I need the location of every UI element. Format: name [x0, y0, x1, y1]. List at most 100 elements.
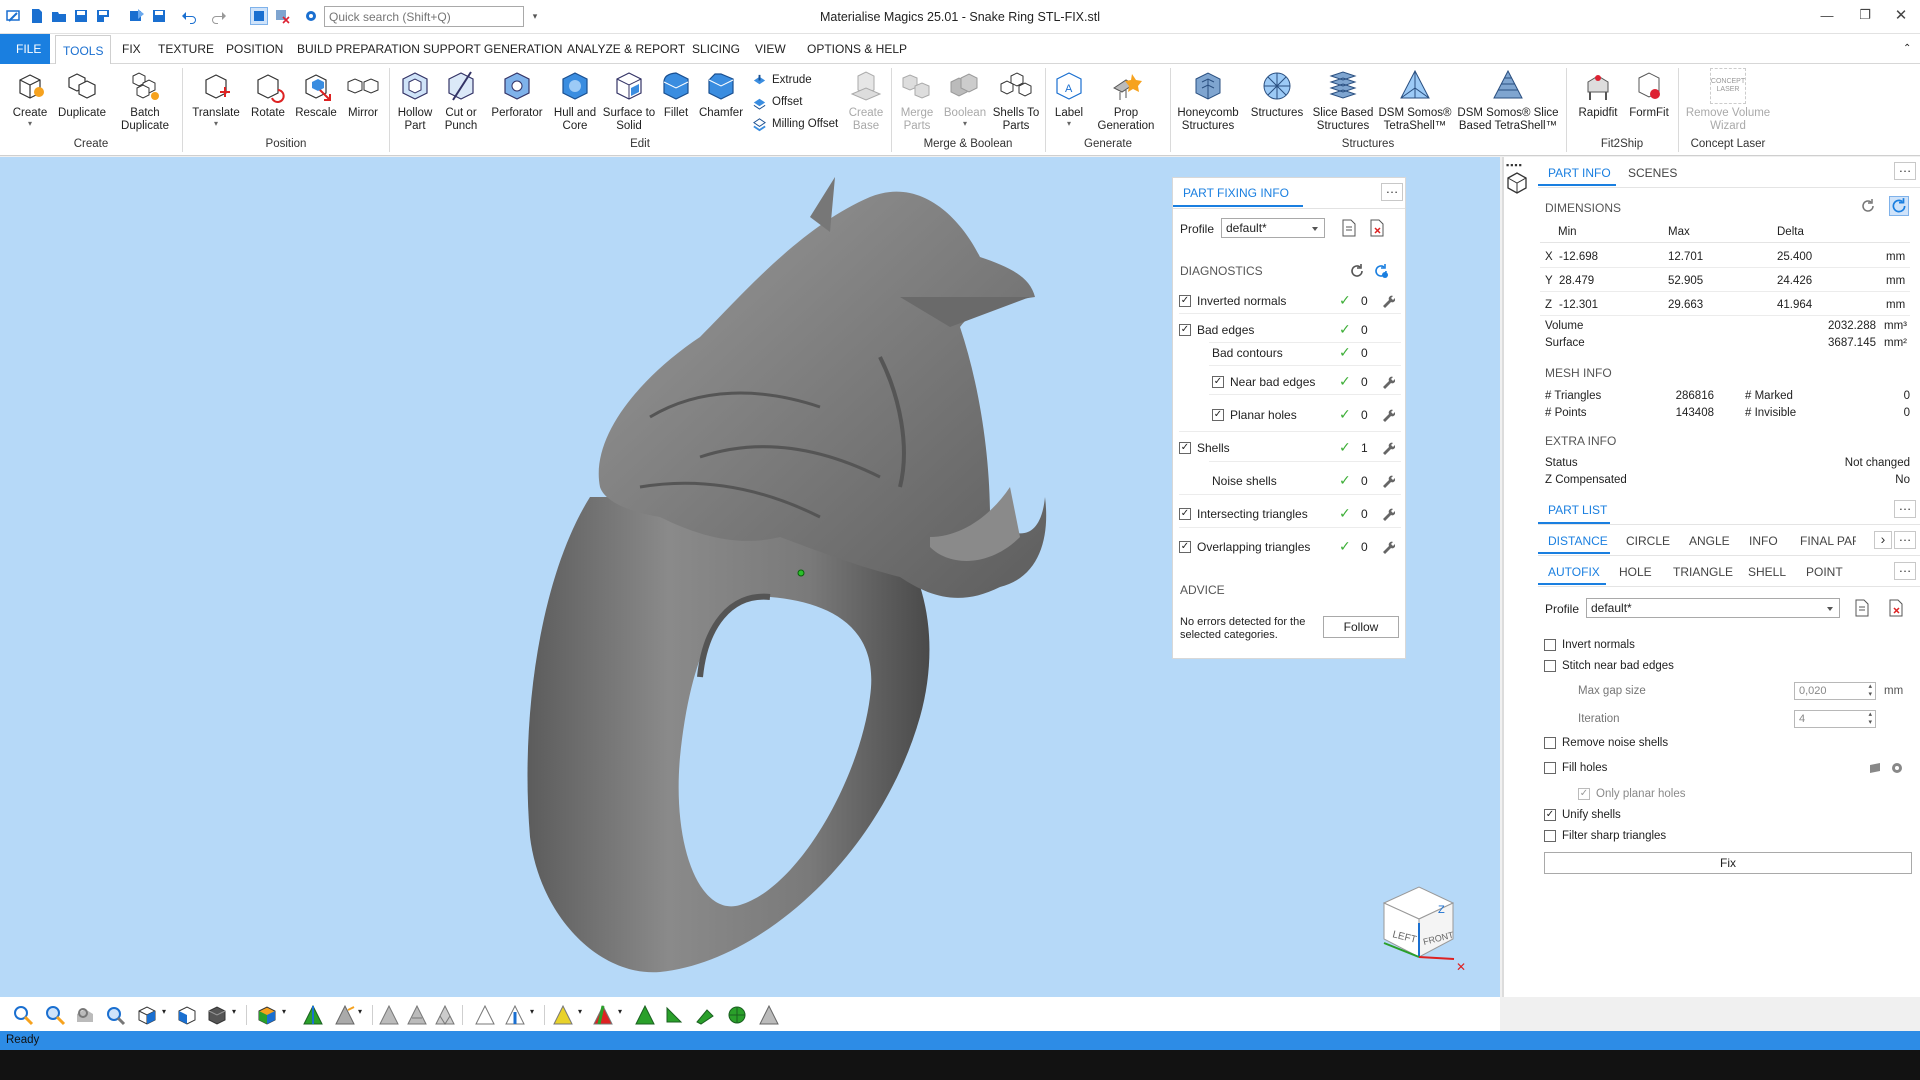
chamfer-button[interactable]: Chamfer	[698, 68, 744, 140]
unify-shells-checkbox[interactable]: ✓	[1544, 809, 1556, 821]
autofix-profile-select[interactable]: default*	[1586, 598, 1840, 618]
menu-slicing[interactable]: SLICING	[685, 34, 747, 64]
auto-refresh-toggle[interactable]	[1889, 196, 1909, 216]
menu-build-preparation[interactable]: BUILD PREPARATION	[290, 34, 427, 64]
mark-wave-icon[interactable]	[634, 1004, 656, 1026]
refresh-dimensions-icon[interactable]	[1860, 198, 1876, 214]
option-only-planar-holes[interactable]: ✓ Only planar holes	[1578, 786, 1686, 802]
delete-autofix-profile-icon[interactable]	[1888, 599, 1904, 617]
triangle-mark-icon[interactable]	[302, 1004, 324, 1026]
batch-duplicate-button[interactable]: Batch Duplicate	[116, 68, 174, 140]
menu-fix[interactable]: FIX	[115, 34, 148, 64]
remove-noise-shells-checkbox[interactable]	[1544, 737, 1556, 749]
tab-circle[interactable]: CIRCLE	[1626, 534, 1670, 548]
boolean-button[interactable]: Boolean ▾	[942, 68, 988, 140]
dsm-tetrashell-button[interactable]: DSM Somos® TetraShell™	[1378, 68, 1452, 140]
mirror-button[interactable]: Mirror	[342, 68, 384, 140]
unmark-icon[interactable]	[474, 1004, 496, 1026]
fill-holes-checkbox[interactable]	[1544, 762, 1556, 774]
save-icon[interactable]	[72, 7, 90, 25]
menu-position[interactable]: POSITION	[219, 34, 290, 64]
near-bad-edges-checkbox[interactable]: ✓	[1212, 376, 1224, 388]
inverted-normals-checkbox[interactable]: ✓	[1179, 295, 1191, 307]
option-fill-holes[interactable]: Fill holes	[1544, 760, 1607, 776]
bad-edges-checkbox[interactable]: ✓	[1179, 324, 1191, 336]
rescale-button[interactable]: Rescale	[294, 68, 338, 140]
quick-search-input[interactable]	[324, 6, 524, 27]
prop-generation-button[interactable]: Prop Generation	[1096, 68, 1156, 140]
settings-icon[interactable]	[302, 7, 320, 25]
zoom-fit-icon[interactable]	[104, 1004, 126, 1026]
planar-holes-checkbox[interactable]: ✓	[1212, 409, 1224, 421]
invert-normals-checkbox[interactable]	[1544, 639, 1556, 651]
tab-final-part[interactable]: FINAL PAR	[1800, 534, 1856, 548]
menu-analyze-report[interactable]: ANALYZE & REPORT	[560, 34, 692, 64]
part-list-title[interactable]: PART LIST	[1548, 503, 1607, 517]
profile-select[interactable]: default*	[1221, 218, 1325, 238]
option-stitch-near-bad-edges[interactable]: Stitch near bad edges	[1544, 658, 1674, 674]
honeycomb-structures-button[interactable]: Honeycomb Structures	[1174, 68, 1242, 140]
import-icon[interactable]	[128, 7, 146, 25]
tab-shell[interactable]: SHELL	[1748, 565, 1786, 579]
save-autofix-profile-icon[interactable]	[1854, 599, 1870, 617]
mark-shell-icon[interactable]	[406, 1004, 428, 1026]
dropdown-icon[interactable]: ▾	[358, 1007, 362, 1016]
delete-profile-icon[interactable]	[1369, 219, 1385, 237]
mark-flat-icon[interactable]	[758, 1004, 780, 1026]
shaded-view-icon[interactable]	[206, 1004, 228, 1026]
rapidfit-button[interactable]: Rapidfit	[1574, 68, 1622, 140]
menu-view[interactable]: VIEW	[748, 34, 793, 64]
open-file-icon[interactable]	[50, 7, 68, 25]
wrench-icon[interactable]	[1381, 294, 1395, 308]
milling-offset-button[interactable]: Milling Offset	[752, 114, 838, 134]
max-gap-input[interactable]: 0,020	[1794, 682, 1876, 700]
panel-splitter[interactable]	[1502, 157, 1504, 997]
mark-brush-icon[interactable]	[694, 1004, 716, 1026]
duplicate-button[interactable]: Duplicate	[56, 68, 108, 140]
hollow-part-button[interactable]: Hollow Part	[394, 68, 436, 140]
mark-sphere-icon[interactable]	[726, 1004, 748, 1026]
structures-button[interactable]: Structures	[1248, 68, 1306, 140]
shells-to-parts-button[interactable]: Shells To Parts	[992, 68, 1040, 140]
close-axis-icon[interactable]: ✕	[1456, 960, 1466, 974]
mark-surface-icon[interactable]	[378, 1004, 400, 1026]
offset-button[interactable]: Offset	[752, 92, 802, 112]
shells-checkbox[interactable]: ✓	[1179, 442, 1191, 454]
save-profile-icon[interactable]	[1341, 219, 1357, 237]
stitch-near-bad-edges-checkbox[interactable]	[1544, 660, 1556, 672]
dropdown-icon[interactable]: ▾	[162, 1007, 166, 1016]
option-filter-sharp-triangles[interactable]: Filter sharp triangles	[1544, 828, 1666, 844]
iteration-input[interactable]: 4	[1794, 710, 1876, 728]
zoom-selection-icon[interactable]	[74, 1004, 96, 1026]
expand-marking-icon[interactable]	[592, 1004, 614, 1026]
dsm-slice-tetrashell-button[interactable]: DSM Somos® Slice Based TetraShell™	[1456, 68, 1560, 140]
rotate-button[interactable]: Rotate	[246, 68, 290, 140]
translate-button[interactable]: Translate ▾	[190, 68, 242, 140]
tab-point[interactable]: POINT	[1806, 565, 1843, 579]
view-cube-icon[interactable]	[136, 1004, 158, 1026]
invert-marking-icon[interactable]	[504, 1004, 526, 1026]
new-file-icon[interactable]	[28, 7, 46, 25]
tab-hole[interactable]: HOLE	[1619, 565, 1652, 579]
remove-volume-wizard-button[interactable]: CONCEPT LASER Remove Volume Wizard	[1684, 68, 1772, 140]
close-icon[interactable]: ✕	[1888, 4, 1914, 26]
menu-support-generation[interactable]: SUPPORT GENERATION	[416, 34, 569, 64]
mark-region-icon[interactable]	[664, 1004, 686, 1026]
panel-menu-button[interactable]: …	[1381, 182, 1403, 201]
tab-info[interactable]: INFO	[1749, 534, 1778, 548]
tab-part-info[interactable]: PART INFO	[1548, 166, 1611, 180]
filter-sharp-triangles-checkbox[interactable]	[1544, 830, 1556, 842]
perforator-button[interactable]: Perforator	[488, 68, 546, 140]
wrench-icon[interactable]	[1381, 441, 1395, 455]
hole-fill-options-icon[interactable]	[1890, 761, 1904, 775]
mark-plane-icon[interactable]	[334, 1004, 356, 1026]
create-base-button[interactable]: Create Base	[846, 68, 886, 140]
label-button[interactable]: A Label ▾	[1050, 68, 1088, 140]
overlapping-triangles-checkbox[interactable]: ✓	[1179, 541, 1191, 553]
dropdown-icon[interactable]: ▾	[232, 1007, 236, 1016]
wrench-icon[interactable]	[1381, 375, 1395, 389]
restore-icon[interactable]: ❐	[1852, 4, 1878, 26]
wrench-icon[interactable]	[1381, 507, 1395, 521]
tabs-scroll-right-icon[interactable]: ›	[1874, 531, 1892, 549]
zoom-window-icon[interactable]	[44, 1004, 66, 1026]
